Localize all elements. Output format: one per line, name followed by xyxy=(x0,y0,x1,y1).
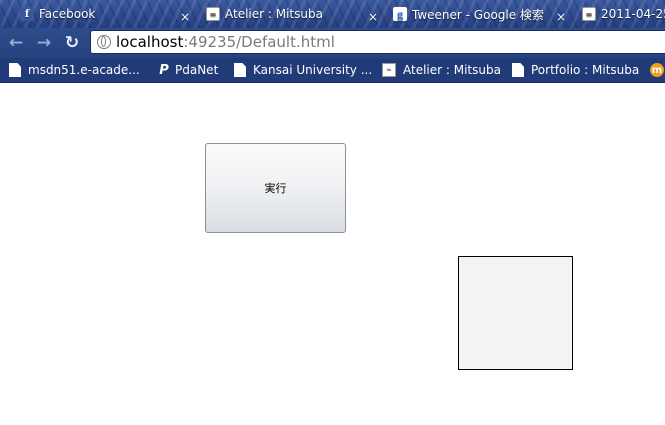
tab-close-icon[interactable]: × xyxy=(368,6,378,28)
tab-tweener-google[interactable]: g Tweener - Google 検索 xyxy=(393,3,544,25)
bookmark-kansai-university[interactable]: Kansai University ... xyxy=(234,62,372,78)
tab-strip: f Facebook × ∞ Atelier : Mitsuba × g Twe… xyxy=(0,0,665,28)
tab-2011-04-25[interactable]: ∞ 2011-04-25 xyxy=(582,3,665,25)
url-path: :49235/Default.html xyxy=(183,33,335,51)
orange-site-icon: m xyxy=(650,63,664,77)
tween-target-box xyxy=(458,256,573,370)
tab-facebook[interactable]: f Facebook xyxy=(20,3,95,25)
bookmark-pdanet[interactable]: P PdaNet xyxy=(157,62,218,78)
bookmark-portfolio-mitsuba[interactable]: Portfolio : Mitsuba xyxy=(512,62,639,78)
url-host: localhost xyxy=(116,33,184,51)
forward-arrow-icon[interactable]: → xyxy=(33,32,55,54)
bookmark-msdn[interactable]: msdn51.e-acade... xyxy=(9,62,140,78)
browser-toolbar: ← → ↻ localhost:49235/Default.html xyxy=(0,28,665,58)
bookmarks-bar: msdn51.e-acade... P PdaNet Kansai Univer… xyxy=(0,58,665,83)
page-icon xyxy=(234,63,246,77)
bookmark-label: msdn51.e-acade... xyxy=(28,63,140,77)
tab-close-icon[interactable]: × xyxy=(180,6,190,28)
tab-label: Atelier : Mitsuba xyxy=(225,7,323,21)
bookmark-label: Portfolio : Mitsuba xyxy=(531,63,640,77)
tab-atelier-mitsuba[interactable]: ∞ Atelier : Mitsuba xyxy=(206,3,323,25)
bookmark-overflow[interactable]: m xyxy=(650,62,665,78)
page-icon xyxy=(512,63,524,77)
tab-label: 2011-04-25 xyxy=(601,7,665,21)
address-bar[interactable]: localhost:49235/Default.html xyxy=(90,30,665,54)
mitsuba-icon: ∞ xyxy=(582,7,596,21)
reload-icon[interactable]: ↻ xyxy=(61,32,83,54)
tab-label: Facebook xyxy=(39,7,96,21)
tab-label: Tweener - Google 検索 xyxy=(412,7,544,22)
bookmark-label: Kansai University ... xyxy=(253,63,373,77)
run-button[interactable]: 実行 xyxy=(205,143,346,233)
pdanet-icon: P xyxy=(159,62,169,78)
tab-close-icon[interactable]: × xyxy=(556,6,566,28)
page-icon xyxy=(9,63,21,77)
mitsuba-icon: ∞ xyxy=(206,7,220,21)
facebook-icon: f xyxy=(20,7,34,21)
bookmark-label: PdaNet xyxy=(175,63,219,77)
bookmark-atelier-mitsuba[interactable]: ∞ Atelier : Mitsuba xyxy=(382,62,501,78)
bookmark-label: Atelier : Mitsuba xyxy=(403,63,501,77)
google-icon: g xyxy=(393,7,407,21)
back-arrow-icon[interactable]: ← xyxy=(5,32,27,54)
mitsuba-icon: ∞ xyxy=(382,63,396,77)
globe-icon xyxy=(97,35,111,49)
